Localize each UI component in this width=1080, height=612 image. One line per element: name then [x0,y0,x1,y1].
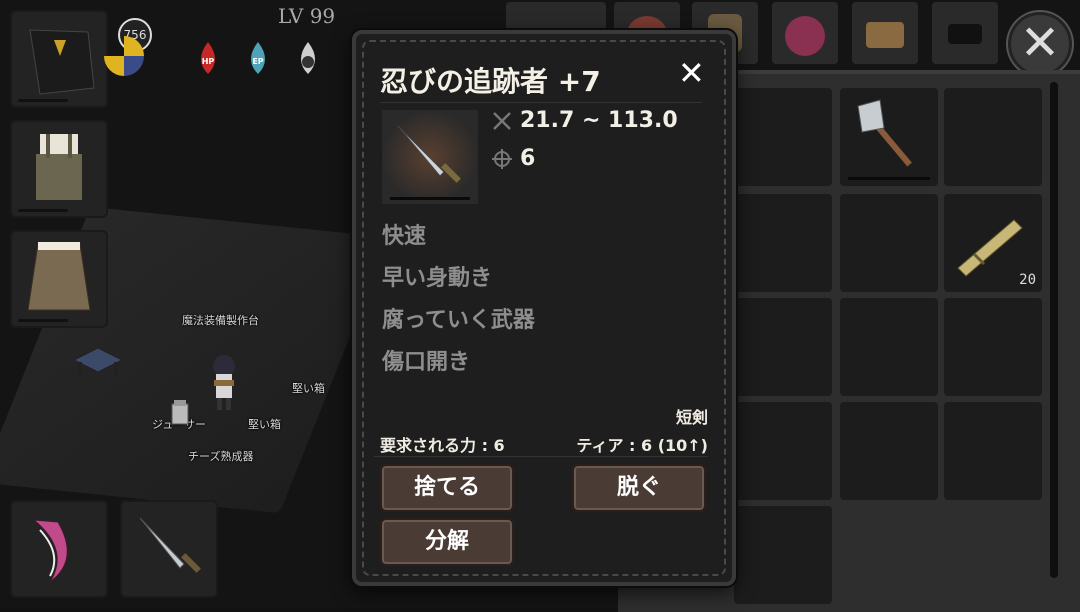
inventory-slot[interactable] [734,506,832,604]
satchel-icon [866,22,904,48]
discard-button[interactable]: 捨てる [380,464,514,512]
damage-value: 21.7 ~ 113.0 [520,108,678,133]
player-character [213,355,235,410]
tab-satchel[interactable] [852,2,918,64]
trait-item: 早い身動き [382,266,493,291]
item-tooltip-panel: 忍びの追跡者 +7 ✕ 21.7 ~ 113.0 6 快速 早い身動き 腐ってい… [352,30,736,586]
inventory-slot-grass[interactable]: 20 [944,194,1042,292]
equip-slot-weapon[interactable] [120,500,218,598]
inventory-slot[interactable] [944,298,1042,396]
dagger-icon [382,110,478,204]
crossed-swords-icon [493,112,511,130]
inventory-slot[interactable] [734,402,832,500]
ep-label: EP [252,57,264,66]
world-label-cheese-maker: チーズ熟成器 [188,450,254,463]
strength-requirement: 要求される力 : 6 [380,436,505,455]
dagger-icon [139,517,201,573]
item-tier: ティア : 6 (10↑) [576,436,708,455]
disassemble-button[interactable]: 分解 [380,518,514,566]
item-count: 20 [1019,272,1036,288]
equip-slot-offhand[interactable] [10,500,108,598]
status-orb [292,40,324,76]
inventory-scrollbar[interactable] [1050,82,1058,578]
inventory-slot[interactable] [840,194,938,292]
item-image [382,110,478,204]
world-label-magic-crafting-table: 魔法装備製作台 [182,314,259,327]
durability-bar [18,99,68,102]
tab-pet[interactable] [932,2,998,64]
accuracy-value: 6 [520,146,536,171]
hp-label: HP [201,57,215,66]
juicer-object [171,400,189,425]
equip-slot-cloak[interactable] [10,230,108,328]
inventory-slot[interactable] [840,298,938,396]
trait-item: 快速 [382,224,427,249]
world-label-sturdy-box-1: 堅い箱 [292,382,325,395]
equip-slot-body[interactable] [10,120,108,218]
durability-bar [18,209,68,212]
axe-icon [857,99,912,167]
status-drop-icon [301,42,315,74]
inventory-slot[interactable] [840,402,938,500]
durability-bar [18,319,68,322]
inventory-slot[interactable] [944,402,1042,500]
sanity-gauge-icon [104,36,144,76]
trait-item: 腐っていく武器 [382,308,535,333]
durability-bar [390,197,470,200]
overalls-icon [36,134,82,200]
inventory-slot[interactable] [944,88,1042,186]
item-name: 忍びの追跡者 +7 [380,65,601,98]
tab-bag[interactable] [772,2,838,64]
hp-orb: HP [192,40,224,76]
crosshair-icon [492,149,512,169]
divider [374,456,708,457]
inventory-slot[interactable] [734,88,832,186]
divider [380,102,702,103]
ep-orb: EP [242,40,274,76]
pet-icon [948,24,982,44]
equip-slot-helmet[interactable] [10,10,108,108]
curved-blade-icon [32,519,68,583]
world-label-sturdy-box-2: 堅い箱 [248,418,281,431]
durability-bar [848,177,930,180]
bag-icon [785,16,825,56]
fur-cloak-icon [27,242,91,311]
accuracy-stat: 6 [490,146,535,171]
player-level: LV 99 [278,4,336,28]
ninja-hood-icon [29,29,95,95]
inventory-slot-axe[interactable] [840,88,938,186]
damage-stat: 21.7 ~ 113.0 [490,108,678,133]
unequip-button[interactable]: 脱ぐ [572,464,706,512]
inventory-slot[interactable] [734,298,832,396]
inventory-slot[interactable] [734,194,832,292]
trait-item: 傷口開き [382,350,471,375]
close-inventory-button[interactable]: ✕ [1008,12,1072,76]
close-icon[interactable]: ✕ [678,54,705,92]
item-type: 短剣 [675,408,708,427]
table-object [72,347,124,378]
